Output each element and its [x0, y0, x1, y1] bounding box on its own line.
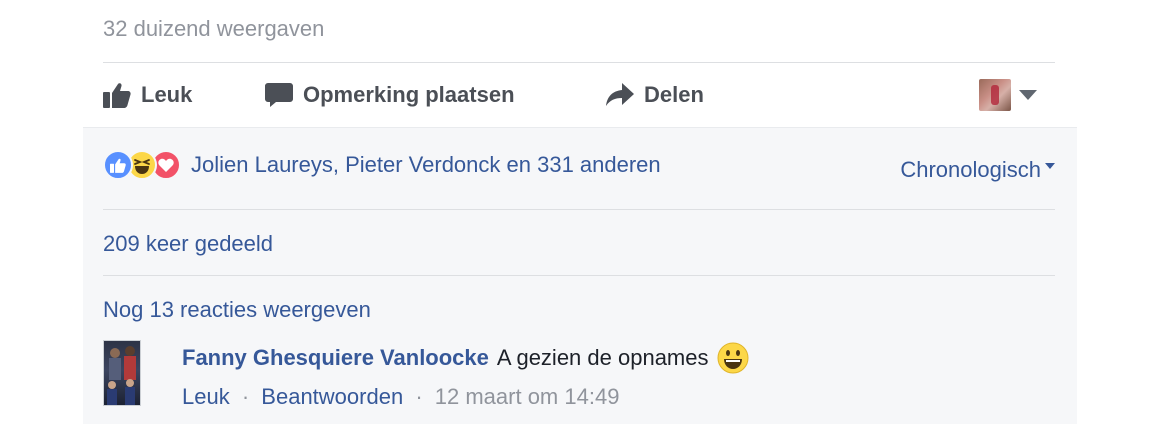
avatar[interactable]	[103, 340, 141, 406]
like-button-label: Leuk	[141, 82, 193, 107]
comment-reply-link[interactable]: Beantwoorden	[261, 384, 403, 409]
chevron-down-icon	[1019, 90, 1037, 100]
comment-like-link[interactable]: Leuk	[182, 384, 230, 409]
view-count: 32 duizend weergaven	[103, 16, 325, 41]
comment-sort-dropdown[interactable]: Chronologisch	[900, 157, 1055, 183]
separator: ·	[241, 384, 250, 409]
comment-timestamp[interactable]: 12 maart om 14:49	[435, 384, 620, 409]
comment-text-line: Fanny Ghesquiere Vanloocke A gezien de o…	[182, 342, 749, 374]
comment-button[interactable]: Opmerking plaatsen	[265, 63, 515, 127]
reaction-summary-link[interactable]: Jolien Laureys, Pieter Verdonck en 331 a…	[191, 152, 661, 178]
caret-down-icon	[1045, 163, 1055, 169]
grinning-face-emoji-icon	[717, 342, 748, 374]
post-as-selector[interactable]	[979, 79, 1037, 111]
divider	[103, 209, 1055, 210]
reaction-icons[interactable]	[103, 150, 181, 180]
comment-author-link[interactable]: Fanny Ghesquiere Vanloocke	[182, 345, 489, 371]
sort-label: Chronologisch	[900, 157, 1041, 182]
speech-bubble-icon	[265, 83, 293, 107]
comment-body: Fanny Ghesquiere Vanloocke A gezien de o…	[182, 342, 749, 410]
share-arrow-icon	[606, 83, 634, 106]
comment-button-label: Opmerking plaatsen	[303, 82, 515, 107]
like-icon	[103, 150, 133, 180]
profile-thumbnail	[979, 79, 1011, 111]
comment-meta: Leuk · Beantwoorden · 12 maart om 14:49	[182, 384, 749, 410]
comments-panel: Jolien Laureys, Pieter Verdonck en 331 a…	[83, 127, 1077, 424]
share-button-label: Delen	[644, 82, 704, 107]
separator: ·	[415, 384, 423, 409]
reactions-row: Jolien Laureys, Pieter Verdonck en 331 a…	[103, 150, 661, 180]
share-button[interactable]: Delen	[606, 63, 704, 127]
comment-text: A gezien de opnames	[496, 345, 709, 370]
view-more-comments-link[interactable]: Nog 13 reacties weergeven	[103, 297, 371, 323]
action-bar: Leuk Opmerking plaatsen Delen	[103, 63, 1055, 127]
divider	[103, 275, 1055, 276]
thumbs-up-icon	[103, 83, 131, 108]
like-button[interactable]: Leuk	[103, 63, 192, 127]
share-count-link[interactable]: 209 keer gedeeld	[103, 231, 273, 257]
